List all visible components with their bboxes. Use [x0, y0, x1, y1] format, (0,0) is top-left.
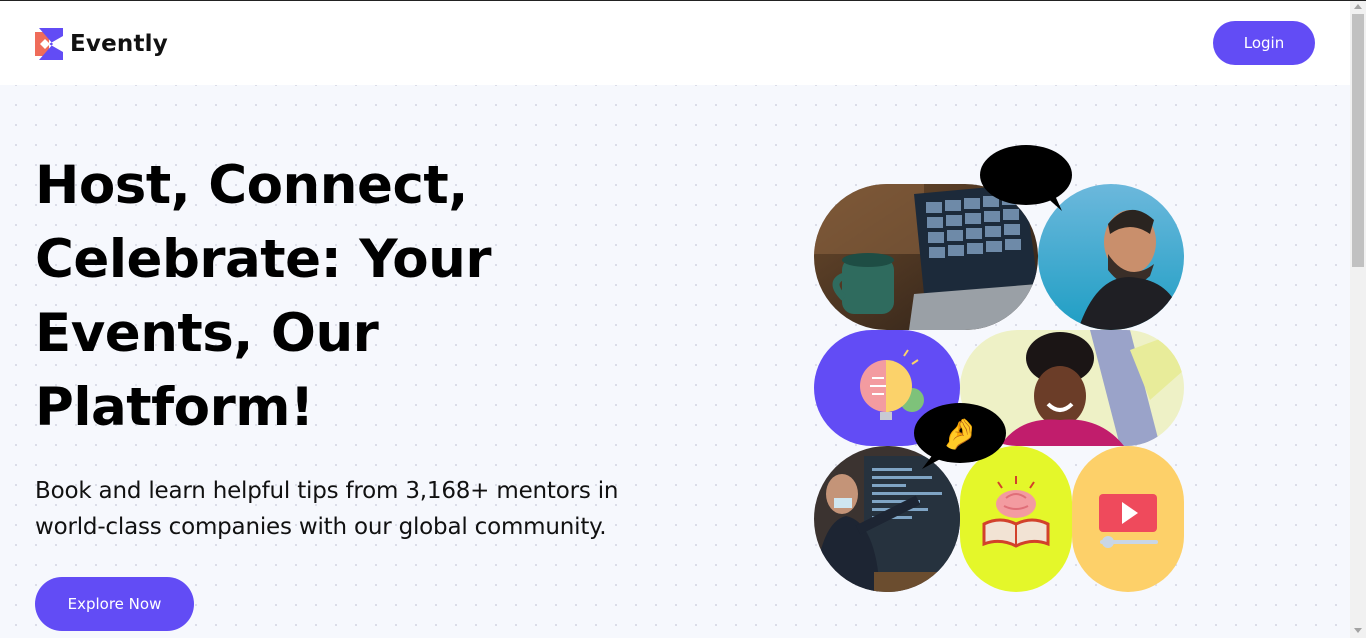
- scroll-up-arrow-icon[interactable]: [1354, 4, 1362, 9]
- site-header: Evently Login: [0, 1, 1350, 85]
- heart-eyes-emoji: 😍: [1010, 159, 1041, 194]
- login-button[interactable]: Login: [1213, 21, 1315, 65]
- hero-title: Host, Connect, Celebrate: Your Events, O…: [35, 155, 492, 438]
- pinching-hand-emoji: 🤌: [941, 417, 978, 452]
- video-play-icon: [1072, 446, 1184, 592]
- hero-subtitle: Book and learn helpful tips from 3,168+ …: [35, 478, 619, 540]
- scroll-down-arrow-icon[interactable]: [1354, 628, 1362, 633]
- chat-bubble-pinching-hand: 🤌: [914, 403, 1006, 469]
- hero-section: Host, Connect, Celebrate: Your Events, O…: [0, 85, 1350, 638]
- hero-collage: 😍 🤌: [800, 140, 1200, 600]
- explore-now-button[interactable]: Explore Now: [35, 577, 194, 631]
- brand-logo[interactable]: Evently: [35, 28, 168, 60]
- chat-bubble-heart-eyes: 😍: [980, 145, 1072, 211]
- evently-logo-icon: [35, 28, 63, 60]
- scrollbar-thumb[interactable]: [1352, 14, 1364, 267]
- brand-name: Evently: [70, 31, 168, 57]
